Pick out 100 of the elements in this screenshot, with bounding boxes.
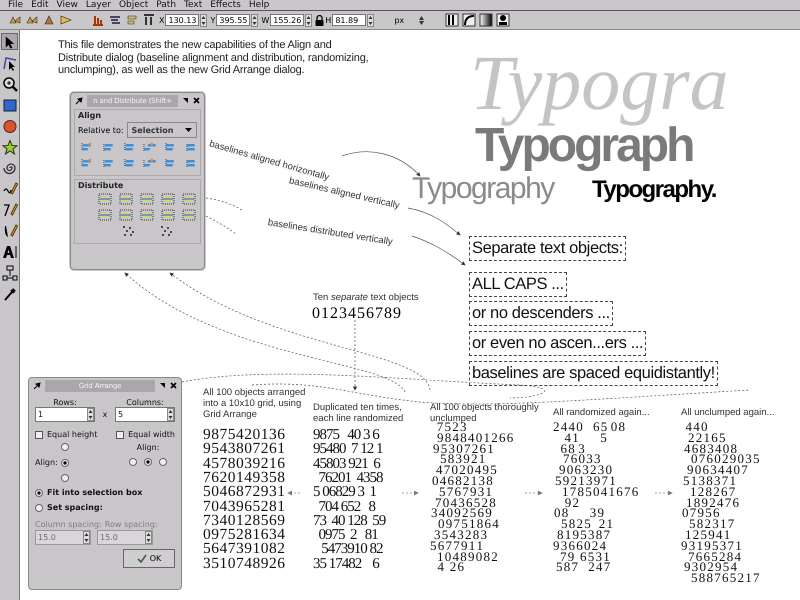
radio-button[interactable] <box>35 504 43 512</box>
unit-dropdown[interactable]: px <box>391 13 428 27</box>
radio-button[interactable] <box>60 474 69 482</box>
digit-row: 7 0 4 3 6 5 2 8 <box>435 498 495 508</box>
digit-row: 0 7 9 5 6 <box>682 508 718 520</box>
times-sign: x <box>102 410 108 419</box>
radio-button[interactable] <box>60 443 69 451</box>
spin-arrows-icon[interactable] <box>200 14 208 26</box>
raise-icon[interactable] <box>125 13 139 27</box>
flip-vertical-icon[interactable] <box>42 13 56 27</box>
digit-row: 4 7 0 2 0 4 9 5 <box>436 465 496 476</box>
corner-icon[interactable] <box>182 97 189 104</box>
number-field[interactable]: 155.26 <box>270 14 304 26</box>
digit-row: 7 9 6 5 3 1 <box>560 552 609 562</box>
distribute-icon[interactable] <box>161 193 175 205</box>
align-icon[interactable] <box>80 157 94 169</box>
scatter-dots-icon[interactable] <box>160 225 174 237</box>
ok-button[interactable]: OK <box>123 549 175 568</box>
field-label: W <box>261 16 270 24</box>
distribute-icon[interactable] <box>98 193 112 205</box>
distribute-icon[interactable] <box>119 209 133 221</box>
digit-row: 5 06829 3 1 <box>313 485 376 500</box>
spin-arrows-icon[interactable] <box>305 14 312 26</box>
radio-button[interactable] <box>35 488 43 496</box>
digit-row-text: 4 1 5 <box>564 432 606 444</box>
menu-item[interactable]: Object <box>114 0 152 10</box>
pin-icon[interactable] <box>33 382 41 390</box>
pen-icon[interactable] <box>2 202 18 218</box>
close-icon[interactable] <box>193 97 200 104</box>
rectangle-icon[interactable] <box>2 96 18 112</box>
digit-row: 1 8 9 2 4 7 6 <box>686 498 738 508</box>
distribute-icon[interactable] <box>182 193 196 205</box>
field-label: Rows: <box>52 398 78 407</box>
radio-button[interactable] <box>144 458 152 466</box>
field-label: Row spacing: <box>104 520 158 529</box>
menu-item[interactable]: View <box>52 0 82 10</box>
connector-arrow <box>412 236 466 266</box>
distribute-icon[interactable] <box>140 209 154 221</box>
spin-arrows-icon[interactable] <box>419 16 424 24</box>
digit-row-text: 704 652 8 <box>318 500 375 514</box>
align-icon[interactable] <box>80 141 94 153</box>
tool-button[interactable] <box>1 33 18 50</box>
menu-item[interactable]: File <box>4 0 28 10</box>
number-field[interactable]: 81.89 <box>332 14 366 26</box>
menu-item[interactable]: Effects <box>206 0 245 10</box>
radio-button[interactable] <box>159 458 167 466</box>
spin-arrows-icon[interactable] <box>167 408 174 421</box>
columns-field[interactable]: 5 <box>115 407 175 422</box>
star-icon[interactable] <box>2 138 18 154</box>
distribute-icon[interactable] <box>161 209 175 221</box>
lock-icon[interactable] <box>315 14 324 26</box>
menu-item[interactable]: Layer <box>82 0 115 10</box>
relative-to-dropdown[interactable]: Selection <box>126 122 197 138</box>
radio-button[interactable] <box>60 458 69 466</box>
digit-row: 9 3 0 2 9 5 4 <box>684 562 736 574</box>
spin-arrows-icon[interactable] <box>367 14 374 26</box>
menu-item[interactable]: Edit <box>27 0 52 10</box>
connector-icon[interactable] <box>2 264 18 280</box>
scale-corners-icon[interactable] <box>462 13 476 27</box>
checkbox-label: Equal height <box>47 430 98 439</box>
caret-icon[interactable] <box>185 128 192 132</box>
rows-field[interactable]: 1 <box>35 407 95 422</box>
spin-arrows-icon[interactable] <box>251 14 258 26</box>
scale-stroke-icon[interactable] <box>445 13 460 27</box>
number-field[interactable]: 130.13 <box>165 14 200 26</box>
radio-button[interactable] <box>129 458 137 466</box>
caption-text: All randomized again... <box>553 407 651 418</box>
corner-icon[interactable] <box>159 382 166 389</box>
scatter-dots-icon[interactable] <box>122 225 136 237</box>
zoom-icon[interactable] <box>2 76 18 92</box>
spin-arrows-icon[interactable] <box>87 408 94 421</box>
pin-icon[interactable] <box>75 96 83 104</box>
digit-row-text: 9 2 <box>564 498 578 508</box>
lower-icon[interactable] <box>108 13 122 27</box>
distribute-icon[interactable] <box>140 193 154 205</box>
distribute-icon[interactable] <box>119 193 133 205</box>
transform-pattern-icon[interactable] <box>496 13 510 27</box>
pencil-icon[interactable] <box>2 180 18 196</box>
field-label: Align: <box>35 458 58 467</box>
raise-top-icon[interactable] <box>142 13 156 27</box>
dropper-icon[interactable] <box>2 286 18 302</box>
distribute-icon[interactable] <box>182 209 196 221</box>
digit-row: 0123456789 <box>312 305 402 323</box>
text-tool-icon[interactable] <box>2 244 18 260</box>
lower-bottom-icon[interactable] <box>91 13 105 27</box>
menu-item[interactable]: Path <box>152 0 180 10</box>
checkbox[interactable] <box>116 430 124 438</box>
circle-icon[interactable] <box>2 118 18 134</box>
digit-row: 5 8 2 5 2 1 <box>561 519 612 530</box>
number-field[interactable]: 395.55 <box>216 14 250 26</box>
digit-row: 35 17482 6 <box>313 556 379 571</box>
distribute-icon[interactable] <box>98 209 112 221</box>
menu-item[interactable]: Help <box>244 0 274 10</box>
checkbox[interactable] <box>35 430 43 438</box>
digit-row: 7620149358 <box>203 470 286 486</box>
transform-gradient-icon[interactable] <box>479 13 494 27</box>
node-arrow-icon[interactable] <box>2 54 18 70</box>
menu-item[interactable]: Text <box>180 0 206 10</box>
close-icon[interactable] <box>170 382 177 389</box>
flip-horizontal-icon[interactable] <box>59 13 73 27</box>
